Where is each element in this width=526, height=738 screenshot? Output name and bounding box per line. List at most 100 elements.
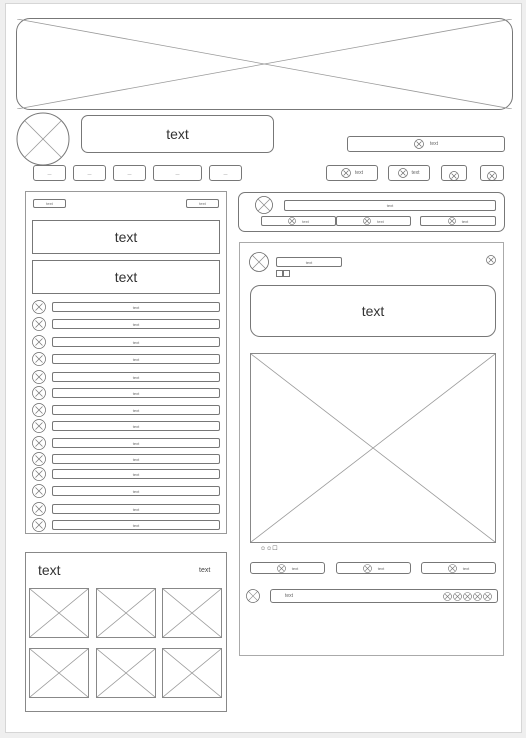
composer-avatar-icon: [255, 196, 273, 214]
nav-tab-5[interactable]: —: [209, 165, 242, 181]
gallery-photo[interactable]: [162, 588, 222, 638]
post-action-button[interactable]: text: [336, 562, 411, 574]
list-item[interactable]: text: [52, 486, 220, 496]
list-item-icon: [32, 436, 46, 450]
post-action-icon: [362, 563, 372, 573]
post-author[interactable]: text: [276, 257, 342, 267]
post-composer: text text text text: [238, 192, 505, 232]
list-item[interactable]: text: [52, 454, 220, 464]
composer-action-icon: [288, 217, 297, 225]
composer-action-icon: [363, 217, 372, 225]
list-item-icon: [32, 419, 46, 433]
list-item[interactable]: text: [52, 319, 220, 329]
action-button-1[interactable]: text: [326, 165, 378, 181]
post-meta-icons: [276, 270, 290, 277]
emoji-icon[interactable]: [453, 592, 462, 601]
search-clear-icon[interactable]: [414, 139, 424, 149]
photo-gallery: text text: [25, 552, 227, 712]
image-placeholder-icon: [251, 354, 495, 542]
list-item-icon: [32, 484, 46, 498]
gallery-photo[interactable]: [96, 648, 156, 698]
image-placeholder-icon: [30, 649, 88, 697]
list-item-icon: [32, 452, 46, 466]
nav-tab-3[interactable]: —: [113, 165, 146, 181]
action-button-1-icon: [341, 168, 351, 178]
image-placeholder-icon: [30, 589, 88, 637]
list-item[interactable]: text: [52, 354, 220, 364]
post-action-label: text: [462, 565, 470, 571]
post-meta-square-icon: [283, 270, 290, 277]
page: text text — — — — — text text text text …: [5, 3, 522, 733]
gallery-photo[interactable]: [96, 588, 156, 638]
comment-avatar-icon: [246, 589, 260, 603]
composer-action-label: text: [461, 218, 469, 224]
post-card: text text ☺☺☐ text text text text: [239, 242, 504, 656]
image-placeholder-icon: [163, 649, 221, 697]
image-placeholder-icon: [97, 589, 155, 637]
image-placeholder-icon: [163, 589, 221, 637]
composer-action-button[interactable]: text: [336, 216, 411, 226]
left-panel-header-right[interactable]: text: [186, 199, 219, 208]
emoji-icon[interactable]: [443, 592, 452, 601]
post-options-icon[interactable]: [486, 255, 496, 265]
image-placeholder-icon: [97, 649, 155, 697]
list-item[interactable]: text: [52, 337, 220, 347]
emoji-icon[interactable]: [483, 592, 492, 601]
emoji-icon[interactable]: [463, 592, 472, 601]
list-item-icon: [32, 352, 46, 366]
list-item[interactable]: text: [52, 405, 220, 415]
cover-banner-image: [16, 18, 513, 110]
emoji-icon[interactable]: [473, 592, 482, 601]
list-item[interactable]: text: [52, 388, 220, 398]
nav-tab-4[interactable]: —: [153, 165, 202, 181]
icon-button-2[interactable]: [480, 165, 504, 181]
action-button-1-label: text: [354, 170, 364, 176]
list-item[interactable]: text: [52, 469, 220, 479]
post-meta-square-icon: [276, 270, 283, 277]
gallery-photo[interactable]: [29, 648, 89, 698]
list-item[interactable]: text: [52, 504, 220, 514]
composer-action-button[interactable]: text: [420, 216, 496, 226]
post-reactions[interactable]: ☺☺☐: [260, 545, 278, 552]
close-icon: [487, 168, 497, 181]
comment-input-text: text: [285, 593, 294, 599]
comment-input[interactable]: text: [270, 589, 498, 603]
list-item-icon: [32, 335, 46, 349]
list-item[interactable]: text: [52, 421, 220, 431]
post-body: text: [250, 285, 496, 337]
avatar[interactable]: [16, 112, 70, 166]
list-item-icon: [32, 317, 46, 331]
post-action-label: text: [291, 565, 299, 571]
composer-action-button[interactable]: text: [261, 216, 336, 226]
post-action-button[interactable]: text: [250, 562, 325, 574]
search-field-text: text: [429, 141, 439, 147]
nav-tab-1[interactable]: —: [33, 165, 66, 181]
left-panel-header-left[interactable]: text: [33, 199, 66, 208]
composer-action-icon: [447, 217, 456, 225]
action-button-2[interactable]: text: [388, 165, 430, 181]
icon-button-1[interactable]: [441, 165, 467, 181]
left-panel-block-2: text: [32, 260, 220, 294]
nav-tab-2[interactable]: —: [73, 165, 106, 181]
post-image[interactable]: [250, 353, 496, 543]
list-item[interactable]: text: [52, 520, 220, 530]
list-item-icon: [32, 403, 46, 417]
gallery-photo[interactable]: [29, 588, 89, 638]
avatar-placeholder-icon: [16, 112, 70, 166]
post-action-icon: [276, 563, 286, 573]
post-avatar-icon[interactable]: [249, 252, 269, 272]
composer-input[interactable]: text: [284, 200, 496, 211]
list-item[interactable]: text: [52, 372, 220, 382]
action-button-2-label: text: [411, 170, 420, 176]
gallery-title: text: [38, 562, 61, 578]
gallery-link[interactable]: text: [199, 567, 210, 574]
search-field[interactable]: text: [347, 136, 505, 152]
post-action-button[interactable]: text: [421, 562, 496, 574]
list-item[interactable]: text: [52, 302, 220, 312]
composer-action-label: text: [302, 218, 309, 224]
composer-action-label: text: [377, 218, 384, 224]
list-item-icon: [32, 300, 46, 314]
left-panel: text text text text text text text text text…: [25, 191, 227, 534]
list-item[interactable]: text: [52, 438, 220, 448]
gallery-photo[interactable]: [162, 648, 222, 698]
